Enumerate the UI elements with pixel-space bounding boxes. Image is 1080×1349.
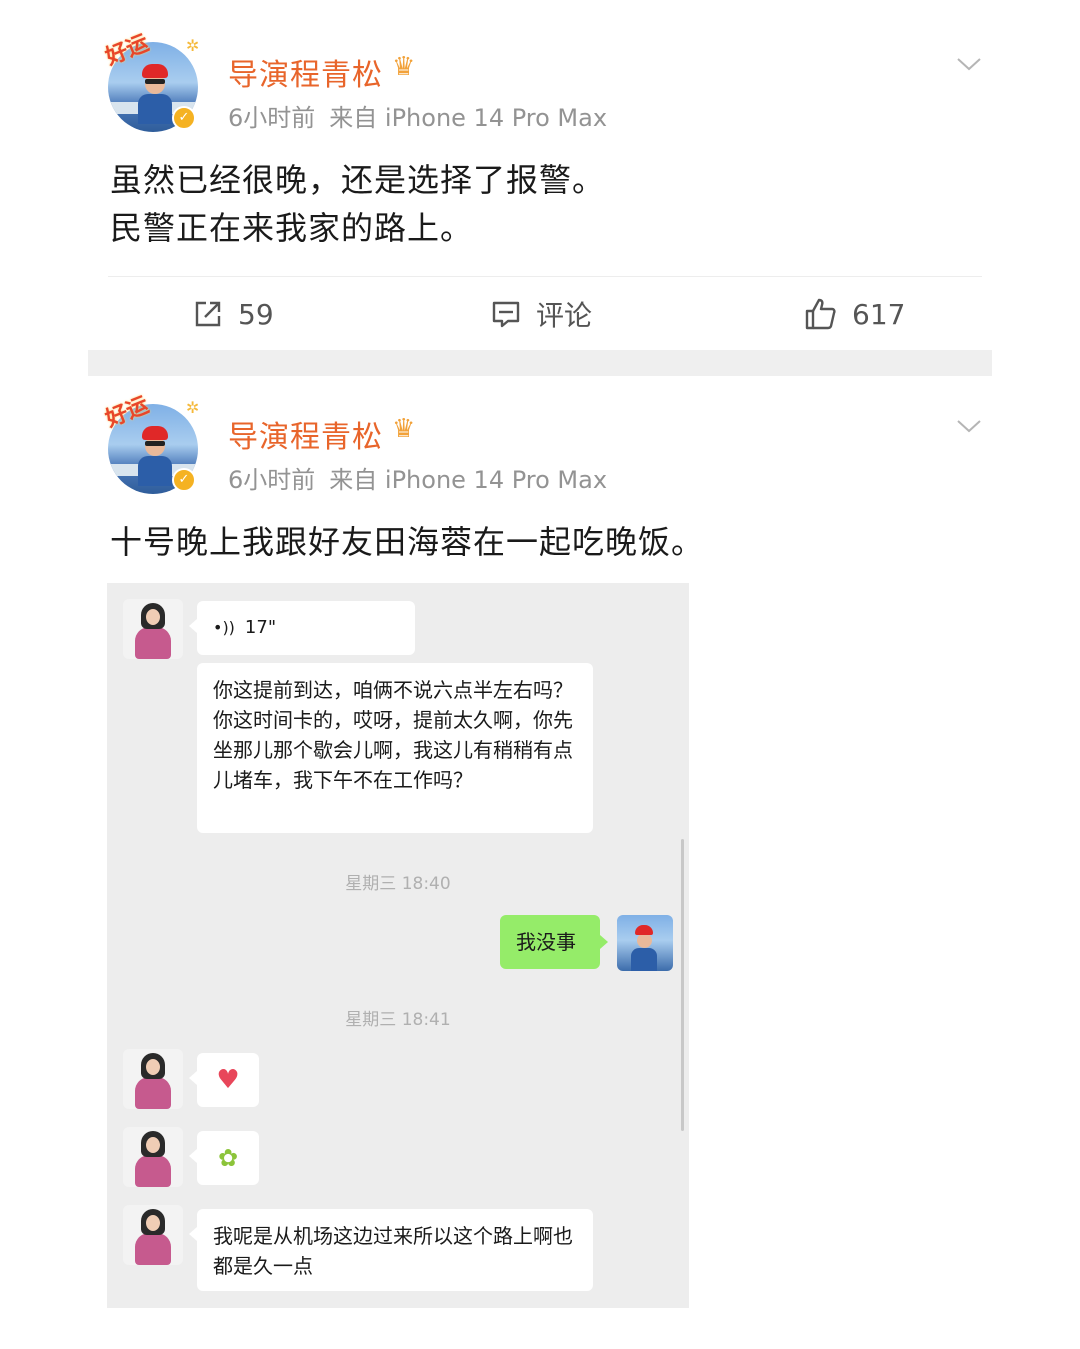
- weibo-post-2: 好运 ✲ ✓ 导演程青松 ♛ 6小时前 来自 iPhone 14 Pro Max …: [0, 376, 1080, 1349]
- post-text-line: 十号晚上我跟好友田海蓉在一起吃晚饭。: [110, 523, 705, 561]
- repost-button[interactable]: 59: [192, 294, 274, 334]
- friend-avatar: [123, 1127, 183, 1187]
- post-separator: [88, 350, 992, 376]
- crown-icon: ♛: [392, 52, 416, 82]
- my-message: 我没事: [500, 915, 608, 969]
- author-avatar[interactable]: 好运 ✲ ✓: [102, 30, 210, 134]
- post-text: 十号晚上我跟好友田海蓉在一起吃晚饭。: [110, 518, 704, 566]
- heart-icon: ♥: [216, 1065, 240, 1095]
- friend-avatar: [123, 599, 183, 659]
- emoji-message: ✿: [189, 1131, 259, 1185]
- voice-duration: 17": [244, 617, 277, 638]
- author-avatar[interactable]: 好运 ✲ ✓: [102, 392, 210, 496]
- sparkle-icon: ✲: [186, 398, 200, 417]
- chat-message: 你这提前到达，咱俩不说六点半左右吗？你这时间卡的，哎呀，提前太久啊，你先坐那儿那…: [197, 663, 593, 833]
- like-count: 617: [852, 297, 906, 331]
- emoji-message: ♥: [189, 1053, 259, 1107]
- friend-avatar: [123, 1049, 183, 1109]
- author-name[interactable]: 导演程青松: [228, 50, 383, 94]
- post-text-line: 虽然已经很晚，还是选择了报警。: [110, 161, 606, 199]
- repost-icon: [195, 301, 221, 327]
- post-time: 6小时前: [228, 104, 316, 132]
- comment-button[interactable]: 评论: [490, 294, 592, 334]
- author-name[interactable]: 导演程青松: [228, 412, 383, 456]
- chat-timestamp: 星期三 18:41: [345, 1010, 451, 1030]
- chat-timestamp: 星期三 18:40: [345, 874, 451, 894]
- divider: [108, 276, 982, 277]
- crown-icon: ♛: [392, 414, 416, 444]
- verified-icon: ✓: [172, 106, 196, 130]
- post-meta: 6小时前 来自 iPhone 14 Pro Max: [228, 98, 607, 133]
- chevron-down-icon[interactable]: [956, 418, 982, 434]
- post-text-line: 民警正在来我家的路上。: [110, 209, 474, 247]
- voice-message: •)) 17": [189, 601, 415, 655]
- post-meta: 6小时前 来自 iPhone 14 Pro Max: [228, 460, 607, 495]
- chevron-down-icon[interactable]: [956, 56, 982, 72]
- my-avatar: [617, 915, 673, 971]
- repost-count: 59: [238, 297, 274, 331]
- sparkle-icon: ✲: [186, 36, 200, 55]
- plant-emoji-icon: ✿: [217, 1144, 239, 1172]
- post-time: 6小时前: [228, 466, 316, 494]
- chat-message: 我呢是从机场这边过来所以这个路上啊也都是久一点: [189, 1209, 593, 1291]
- friend-avatar: [123, 1205, 183, 1265]
- post-text: 虽然已经很晚，还是选择了报警。 民警正在来我家的路上。: [110, 156, 605, 252]
- post-source: 来自 iPhone 14 Pro Max: [329, 466, 608, 494]
- weibo-post-1: 好运 ✲ ✓ 导演程青松 ♛ 6小时前 来自 iPhone 14 Pro Max …: [0, 0, 1080, 350]
- verified-icon: ✓: [172, 468, 196, 492]
- thumbs-up-icon: [805, 298, 836, 330]
- comment-label: 评论: [536, 299, 593, 332]
- post-source: 来自 iPhone 14 Pro Max: [329, 104, 608, 132]
- voice-wave-icon: •)): [213, 618, 235, 637]
- comment-icon: [492, 301, 520, 328]
- chat-scrollbar: [681, 839, 684, 1131]
- like-button[interactable]: 617: [804, 294, 905, 334]
- chat-screenshot-image[interactable]: •)) 17" 你这提前到达，咱俩不说六点半左右吗？你这时间卡的，哎呀，提前太久…: [107, 583, 689, 1308]
